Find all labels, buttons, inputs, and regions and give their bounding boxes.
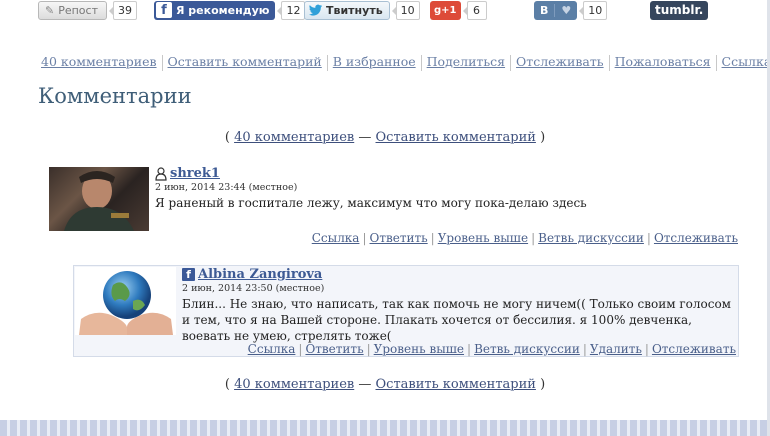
twitter-bird-icon bbox=[309, 4, 322, 16]
facebook-recommend-button[interactable]: f Я рекомендую bbox=[154, 0, 276, 20]
comment: shrek1 2 июн, 2014 23:44 (местное) Я ран… bbox=[48, 164, 740, 250]
toolbar-leave-comment-link[interactable]: Оставить комментарий bbox=[168, 54, 322, 69]
dash: — bbox=[358, 130, 372, 145]
toolbar-report-link[interactable]: Пожаловаться bbox=[615, 54, 711, 69]
divider bbox=[420, 54, 422, 71]
comment-author: shrek1 bbox=[155, 166, 220, 181]
parent-link[interactable]: Уровень выше bbox=[438, 231, 528, 245]
comment: f Albina Zangirova 2 июн, 2014 23:50 (ме… bbox=[73, 265, 739, 357]
toolbar-track-link[interactable]: Отслеживать bbox=[516, 54, 604, 69]
toolbar-share-link[interactable]: Поделиться bbox=[427, 54, 505, 69]
post-toolbar: 40 комментариев Оставить комментарий В изб… bbox=[41, 54, 770, 71]
divider bbox=[510, 54, 512, 71]
gplus-share: g+1 6 bbox=[430, 0, 487, 20]
avatar-image bbox=[79, 271, 173, 335]
vk-count: 10 bbox=[579, 0, 608, 20]
track-link[interactable]: Отслеживать bbox=[652, 342, 736, 356]
facebook-label: Я рекомендую bbox=[176, 3, 270, 17]
paren-open: ( bbox=[224, 130, 230, 145]
repost-button[interactable]: ✎ Репост bbox=[38, 0, 107, 20]
divider: | bbox=[646, 231, 651, 245]
page-footer-border bbox=[0, 420, 770, 436]
comment-link-link[interactable]: Ссылка bbox=[248, 342, 296, 356]
divider: | bbox=[531, 231, 536, 245]
leave-comment-link[interactable]: Оставить комментарий bbox=[376, 377, 536, 392]
divider: | bbox=[430, 231, 435, 245]
divider: | bbox=[298, 342, 303, 356]
comments-count-link[interactable]: 40 комментариев bbox=[234, 377, 354, 392]
paren-open: ( bbox=[224, 377, 230, 392]
dash: — bbox=[358, 377, 372, 392]
divider: | bbox=[362, 231, 367, 245]
pencil-icon: ✎ bbox=[45, 3, 55, 17]
divider: | bbox=[366, 342, 371, 356]
paren-close: ) bbox=[540, 377, 546, 392]
tweet-label: Твитнуть bbox=[326, 3, 383, 17]
reply-link[interactable]: Ответить bbox=[305, 342, 363, 356]
avatar-image bbox=[64, 171, 134, 231]
divider: | bbox=[467, 342, 472, 356]
heart-icon: ♥ bbox=[561, 3, 572, 17]
comment-link-link[interactable]: Ссылка bbox=[312, 231, 360, 245]
vk-icon: В bbox=[534, 3, 556, 17]
comment-actions: Ссылка | Ответить | Уровень выше | Ветвь диску… bbox=[248, 342, 736, 356]
comments-count-link[interactable]: 40 комментариев bbox=[234, 130, 354, 145]
comment-text: Я раненый в госпитале лежу, максимум что… bbox=[155, 196, 587, 210]
divider bbox=[715, 54, 717, 71]
user-icon bbox=[155, 166, 167, 181]
reply-link[interactable]: Ответить bbox=[370, 231, 428, 245]
paren-close: ) bbox=[540, 130, 546, 145]
thread-link[interactable]: Ветвь дискуссии bbox=[474, 342, 580, 356]
comments-nav-top: ( 40 комментариев — Оставить комментарий… bbox=[0, 130, 770, 145]
tumblr-share: tumblr. bbox=[650, 0, 709, 20]
tumblr-button[interactable]: tumblr. bbox=[650, 0, 709, 20]
facebook-count: 12 bbox=[277, 0, 306, 20]
comments-nav-bottom: ( 40 комментариев — Оставить комментарий… bbox=[0, 377, 770, 392]
gplus-button[interactable]: g+1 bbox=[430, 0, 461, 20]
comment-date: 2 июн, 2014 23:44 (местное) bbox=[155, 182, 298, 193]
parent-link[interactable]: Уровень выше bbox=[374, 342, 464, 356]
track-link[interactable]: Отслеживать bbox=[654, 231, 738, 245]
avatar[interactable] bbox=[49, 167, 149, 231]
divider bbox=[608, 54, 610, 71]
divider bbox=[161, 54, 163, 71]
comment-username-link[interactable]: shrek1 bbox=[170, 166, 220, 181]
delete-link[interactable]: Удалить bbox=[590, 342, 642, 356]
repost-label: Репост bbox=[58, 3, 98, 17]
comment-username-link[interactable]: Albina Zangirova bbox=[198, 267, 322, 282]
toolbar-permalink-link[interactable]: Ссылка bbox=[722, 54, 770, 69]
vk-like-button[interactable]: В ♥ bbox=[534, 0, 578, 20]
twitter-share: Твитнуть 10 bbox=[304, 0, 420, 20]
toolbar-favorites-link[interactable]: В избранное bbox=[333, 54, 416, 69]
thread-link[interactable]: Ветвь дискуссии bbox=[538, 231, 644, 245]
avatar[interactable] bbox=[75, 267, 176, 335]
facebook-icon: f bbox=[182, 268, 195, 281]
divider: | bbox=[582, 342, 587, 356]
leave-comment-link[interactable]: Оставить комментарий bbox=[376, 130, 536, 145]
comment-date: 2 июн, 2014 23:50 (местное) bbox=[182, 283, 325, 294]
repost-count: 39 bbox=[109, 0, 137, 20]
comment-author: f Albina Zangirova bbox=[182, 267, 322, 282]
share-bar: ✎ Репост 39 bbox=[38, 0, 137, 20]
comment-text: Блин... Не знаю, что написать, так как п… bbox=[182, 297, 732, 343]
comments-heading: Комментарии bbox=[38, 84, 192, 108]
twitter-count: 10 bbox=[391, 0, 420, 20]
gplus-count: 6 bbox=[462, 0, 487, 20]
divider: | bbox=[644, 342, 649, 356]
divider bbox=[326, 54, 328, 71]
tweet-button[interactable]: Твитнуть bbox=[304, 0, 390, 20]
toolbar-comments-count-link[interactable]: 40 комментариев bbox=[41, 54, 157, 69]
vk-share: В ♥ 10 bbox=[534, 0, 608, 20]
facebook-icon: f bbox=[156, 2, 172, 18]
comment-actions: Ссылка | Ответить | Уровень выше | Ветвь диску… bbox=[312, 231, 738, 245]
facebook-share: f Я рекомендую 12 bbox=[154, 0, 306, 20]
